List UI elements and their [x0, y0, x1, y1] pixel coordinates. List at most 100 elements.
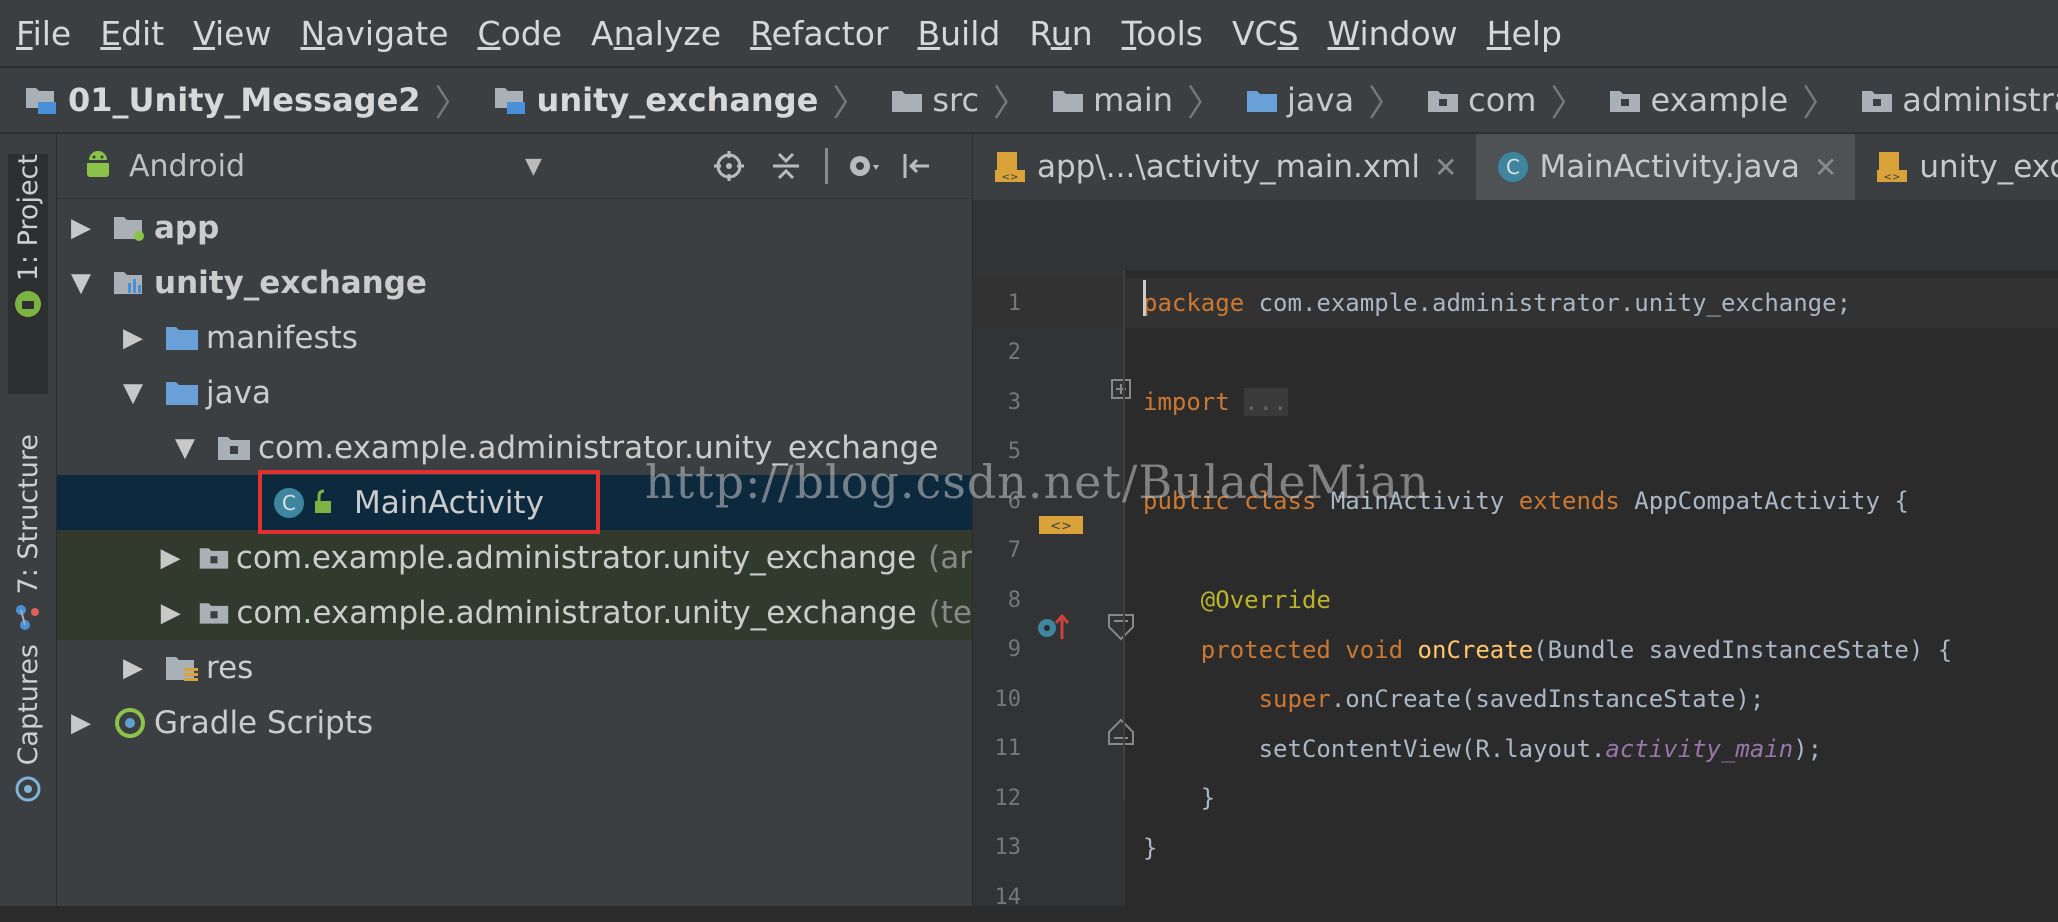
tree-item-label: Gradle Scripts [154, 704, 374, 741]
breadcrumb-item[interactable]: 01_Unity_Message2 〉 [24, 74, 471, 126]
breadcrumb-label: src [932, 81, 980, 119]
editor-tab[interactable]: <> unity_exch [1855, 134, 2058, 200]
tree-item[interactable]: ▶ Gradle Scripts [57, 695, 972, 750]
breadcrumb-item[interactable]: java 〉 [1245, 74, 1404, 126]
gear-icon[interactable] [845, 149, 881, 183]
menu-vcs[interactable]: VCS [1232, 14, 1299, 53]
line-number: 1 [1007, 290, 1021, 316]
breadcrumb-item[interactable]: com 〉 [1426, 74, 1586, 126]
menu-file[interactable]: File [16, 14, 71, 53]
code-line: 6 public class MainActivity extends AppCo… [973, 476, 2058, 526]
folder-icon [1247, 91, 1278, 112]
xml-layout-icon[interactable]: <> [1039, 514, 1083, 536]
fold-plus-icon[interactable] [1110, 378, 1132, 400]
menu-help[interactable]: Help [1487, 14, 1562, 53]
editor-tab[interactable]: <> app\...\activity_main.xml ✕ [973, 134, 1476, 200]
expanded-arrow-icon[interactable]: ▼ [118, 378, 148, 408]
breadcrumb-item[interactable]: unity_exchange 〉 [493, 74, 868, 126]
chevron-down-icon[interactable]: ▼ [525, 154, 542, 179]
package-icon [200, 602, 229, 624]
editor-tab-label: unity_exch [1919, 149, 2058, 185]
editor-tabs: <> app\...\activity_main.xml ✕ C MainActivit… [973, 134, 2058, 201]
collapsed-arrow-icon[interactable]: ▶ [157, 543, 184, 573]
expanded-arrow-icon[interactable]: ▼ [170, 433, 200, 463]
collapse-all-icon[interactable] [769, 149, 803, 183]
structure-icon [16, 605, 39, 631]
expanded-arrow-icon[interactable]: ▼ [66, 268, 96, 298]
breadcrumb-label: java [1287, 81, 1355, 119]
folder-icon [166, 381, 198, 405]
svg-text:<>: <> [1050, 519, 1072, 534]
fold-minus-icon[interactable] [1106, 613, 1136, 645]
code-line: 1 package com.example.administrator.unity… [973, 278, 2058, 328]
tree-item-label: java [206, 374, 271, 411]
code-text: super.onCreate(savedInstanceState); [1258, 685, 1765, 713]
menu-build[interactable]: Build [918, 14, 1001, 53]
tab-captures-label: Captures [12, 644, 44, 766]
collapsed-arrow-icon[interactable]: ▶ [66, 708, 96, 738]
menu-view[interactable]: View [193, 14, 271, 53]
menu-edit[interactable]: Edit [100, 14, 164, 53]
close-icon[interactable]: ✕ [1814, 151, 1837, 184]
tree-item[interactable]: ▶ com.example.administrator.unity_exchang… [57, 585, 972, 640]
override-icon[interactable] [1036, 613, 1070, 643]
menu-window[interactable]: Window [1328, 14, 1458, 53]
breadcrumb-label: 01_Unity_Message2 [68, 81, 421, 119]
android-icon [15, 291, 41, 318]
breadcrumb: 01_Unity_Message2 〉 unity_exchange 〉 src 〉 mai… [0, 68, 2058, 133]
collapsed-arrow-icon[interactable]: ▶ [118, 323, 148, 353]
breadcrumb-item[interactable]: example 〉 [1608, 74, 1838, 126]
tab-structure[interactable]: 7: Structure [8, 434, 48, 634]
project-panel-header: Android ▼ [57, 134, 972, 199]
close-icon[interactable]: ✕ [1434, 151, 1457, 184]
menu-analyze[interactable]: Analyze [591, 14, 721, 53]
tree-item-label: app [154, 209, 220, 246]
menu-refactor[interactable]: Refactor [750, 14, 888, 53]
tree-item[interactable]: ▶ app [57, 200, 972, 255]
menu-tools[interactable]: Tools [1122, 14, 1203, 53]
tab-captures[interactable]: Captures [8, 644, 48, 844]
tree-item[interactable]: ▼ unity_exchange [57, 255, 972, 310]
tree-item[interactable]: ▶ manifests [57, 310, 972, 365]
menu-navigate[interactable]: Navigate [300, 14, 448, 53]
collapsed-arrow-icon[interactable]: ▶ [157, 598, 184, 628]
editor-tab[interactable]: C MainActivity.java ✕ [1475, 134, 1856, 200]
editor-tab-label: MainActivity.java [1539, 149, 1800, 185]
tree-item-label: unity_exchange [154, 264, 427, 301]
breadcrumb-item[interactable]: main 〉 [1051, 74, 1223, 126]
line-number: 8 [1007, 587, 1021, 613]
tree-item[interactable]: ▶ res [57, 640, 972, 695]
svg-text:<>: <> [1884, 172, 1901, 183]
breadcrumb-label: example [1650, 81, 1789, 119]
tab-project-label: 1: Project [12, 154, 44, 282]
tree-item-suffix: (ar [928, 539, 972, 576]
class-icon: C [1497, 152, 1528, 182]
view-selector[interactable]: Android [129, 149, 245, 184]
code-line: 13} [973, 823, 2058, 873]
code-area[interactable]: 1 package com.example.administrator.unity… [973, 270, 2058, 910]
code-text: package com.example.administrator.unity_… [1143, 289, 1852, 317]
code-text: } [1143, 784, 1216, 812]
package-icon [199, 547, 229, 569]
breadcrumb-item[interactable]: src 〉 [890, 74, 1029, 126]
tab-project[interactable]: 1: Project [8, 154, 48, 394]
module-icon [494, 88, 525, 114]
code-line: 3 import ... [973, 377, 2058, 427]
collapsed-arrow-icon[interactable]: ▶ [66, 213, 96, 243]
code-line: 14 [973, 872, 2058, 922]
menu-code[interactable]: Code [478, 14, 563, 53]
tree-item[interactable]: ▼ com.example.administrator.unity_exchang… [57, 420, 972, 475]
tree-item[interactable]: ▼ java [57, 365, 972, 420]
hide-panel-icon[interactable] [899, 149, 933, 183]
breadcrumb-item[interactable]: administrator〉 [1860, 74, 2058, 126]
collapsed-arrow-icon[interactable]: ▶ [118, 653, 148, 683]
menu-run[interactable]: Run [1029, 14, 1092, 53]
line-number: 2 [1007, 340, 1021, 365]
resource-folder-icon [166, 656, 198, 681]
tree-item[interactable]: ▶ com.example.administrator.unity_exchang… [57, 530, 972, 585]
separator [825, 148, 828, 184]
locate-icon[interactable] [712, 149, 746, 183]
tab-structure-label: 7: Structure [12, 434, 44, 595]
fold-minus-icon[interactable] [1106, 714, 1136, 746]
code-line: 5 [973, 427, 2058, 477]
